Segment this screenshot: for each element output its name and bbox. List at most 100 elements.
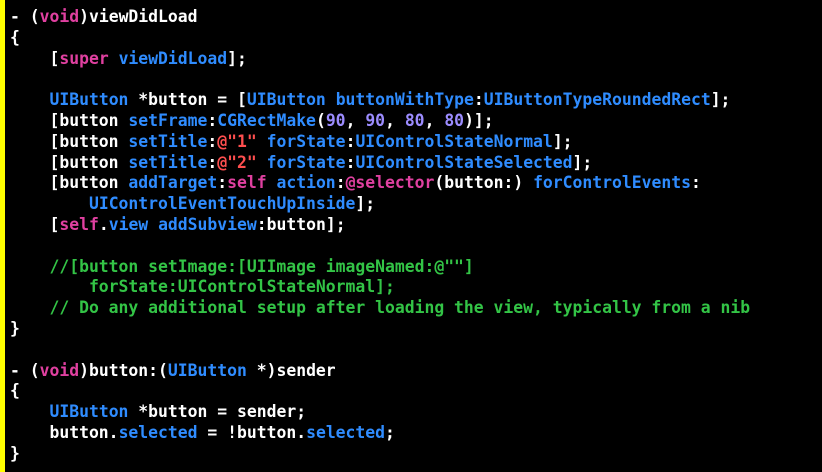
code-token-type: viewDidLoad <box>118 48 228 68</box>
code-token-text: button. <box>10 422 119 442</box>
code-token-number: 80 <box>444 110 465 130</box>
code-token-type: setTitle <box>128 152 208 172</box>
current-scope-gutter-bar <box>0 0 5 472</box>
code-token-type: UIButton <box>246 90 326 110</box>
code-token-keyword: self <box>227 173 267 193</box>
code-line: [button setFrame:CGRectMake(90, 90, 80, … <box>10 111 750 132</box>
source-code-area[interactable]: - (void)viewDidLoad{ [super viewDidLoad]… <box>10 7 750 465</box>
code-line: [button addTarget:self action:@selector(… <box>10 173 750 194</box>
code-token-text: ]; <box>572 152 593 172</box>
code-token-text: : <box>345 152 356 172</box>
code-token-string: @"1" <box>217 131 257 151</box>
code-token-text: . <box>98 214 109 234</box>
code-token-text: } <box>10 318 20 338</box>
code-token-text: (button:) <box>434 173 534 193</box>
code-line: { <box>10 381 750 402</box>
code-token-text: ]; <box>355 194 376 214</box>
code-editor[interactable]: - (void)viewDidLoad{ [super viewDidLoad]… <box>0 0 822 472</box>
code-token-text: , <box>424 110 445 130</box>
code-line: UIControlEventTouchUpInside]; <box>10 194 750 215</box>
code-token-type: action <box>276 173 336 193</box>
code-token-text: - ( <box>10 7 40 26</box>
code-token-type: UIControlEventTouchUpInside <box>88 194 356 214</box>
code-token-type: UIButton <box>167 360 247 380</box>
code-token-comment: // Do any additional setup after loading… <box>10 298 751 318</box>
code-line: } <box>10 444 750 465</box>
code-token-text: : <box>217 173 228 193</box>
code-token-text: ]; <box>552 131 573 151</box>
code-token-text: [button <box>10 173 129 193</box>
code-token-type: UIControlStateSelected <box>355 152 573 172</box>
code-token-type: UIButton <box>49 90 129 110</box>
code-token-keyword: super <box>59 48 109 68</box>
code-token-text: { <box>10 27 20 47</box>
code-token-text: ]; <box>710 90 731 110</box>
code-token-text: [ <box>10 48 60 68</box>
code-token-type: UIButtonTypeRoundedRect <box>483 90 711 110</box>
code-token-keyword: void <box>39 360 80 380</box>
code-line: } <box>10 319 750 340</box>
code-token-type: setFrame <box>128 110 208 130</box>
code-token-text: ( <box>315 110 326 130</box>
code-token-type: view <box>108 214 149 234</box>
code-token-text: *button = [ <box>128 90 247 110</box>
code-token-text: : <box>345 131 356 151</box>
code-token-type: buttonWithType <box>335 90 474 110</box>
code-token-text: , <box>385 110 405 130</box>
code-token-type: CGRectMake <box>217 110 316 130</box>
code-line: button.selected = !button.selected; <box>10 423 750 444</box>
code-token-type: selected <box>306 422 386 442</box>
code-token-text: : <box>690 173 701 193</box>
code-line: [button setTitle:@"1" forState:UIControl… <box>10 132 750 153</box>
code-token-string: @"2" <box>217 152 257 172</box>
code-token-text: )button:( <box>79 360 168 380</box>
code-token-keyword: self <box>59 214 99 234</box>
code-token-text: : <box>473 90 484 110</box>
code-token-text: [ <box>10 214 60 234</box>
code-token-type: forState <box>266 131 346 151</box>
code-token-comment: forState:UIControlStateNormal]; <box>10 277 395 297</box>
code-line: [self.view addSubview:button]; <box>10 215 750 236</box>
code-token-text: } <box>10 443 20 463</box>
code-token-type: UIButton <box>49 402 129 422</box>
code-token-text: : <box>207 110 218 130</box>
code-line: [button setTitle:@"2" forState:UIControl… <box>10 153 750 174</box>
code-line: UIButton *button = [UIButton buttonWithT… <box>10 90 750 111</box>
code-token-type: forControlEvents <box>533 173 691 193</box>
code-token-keyword: @selector <box>345 173 435 193</box>
code-line: // Do any additional setup after loading… <box>10 298 750 319</box>
code-token-type: setTitle <box>128 131 208 151</box>
code-token-keyword: void <box>39 7 80 26</box>
code-token-text: ; <box>385 422 395 442</box>
code-token-number: 90 <box>325 110 346 130</box>
code-token-type: UIControlStateNormal <box>355 131 553 151</box>
code-token-comment: //[button setImage:[UIImage imageNamed:@… <box>10 256 474 276</box>
code-token-type: addSubview <box>158 214 257 234</box>
code-line: - (void)button:(UIButton *)sender <box>10 361 750 382</box>
code-token-type: forState <box>266 152 346 172</box>
code-line: { <box>10 28 750 49</box>
code-token-text: *)sender <box>246 360 336 380</box>
code-token-text: { <box>10 381 20 401</box>
code-token-text: : <box>335 173 346 193</box>
code-token-text: [button <box>10 152 129 172</box>
code-token-text: *button = sender; <box>128 402 307 422</box>
code-token-text: ]; <box>227 48 247 68</box>
code-token-text: )]; <box>464 110 494 130</box>
code-token-number: 90 <box>365 110 386 130</box>
code-line: - (void)viewDidLoad <box>10 7 750 28</box>
code-token-text: )viewDidLoad <box>79 7 198 26</box>
code-token-text: , <box>345 110 366 130</box>
code-token-type: addTarget <box>128 173 218 193</box>
